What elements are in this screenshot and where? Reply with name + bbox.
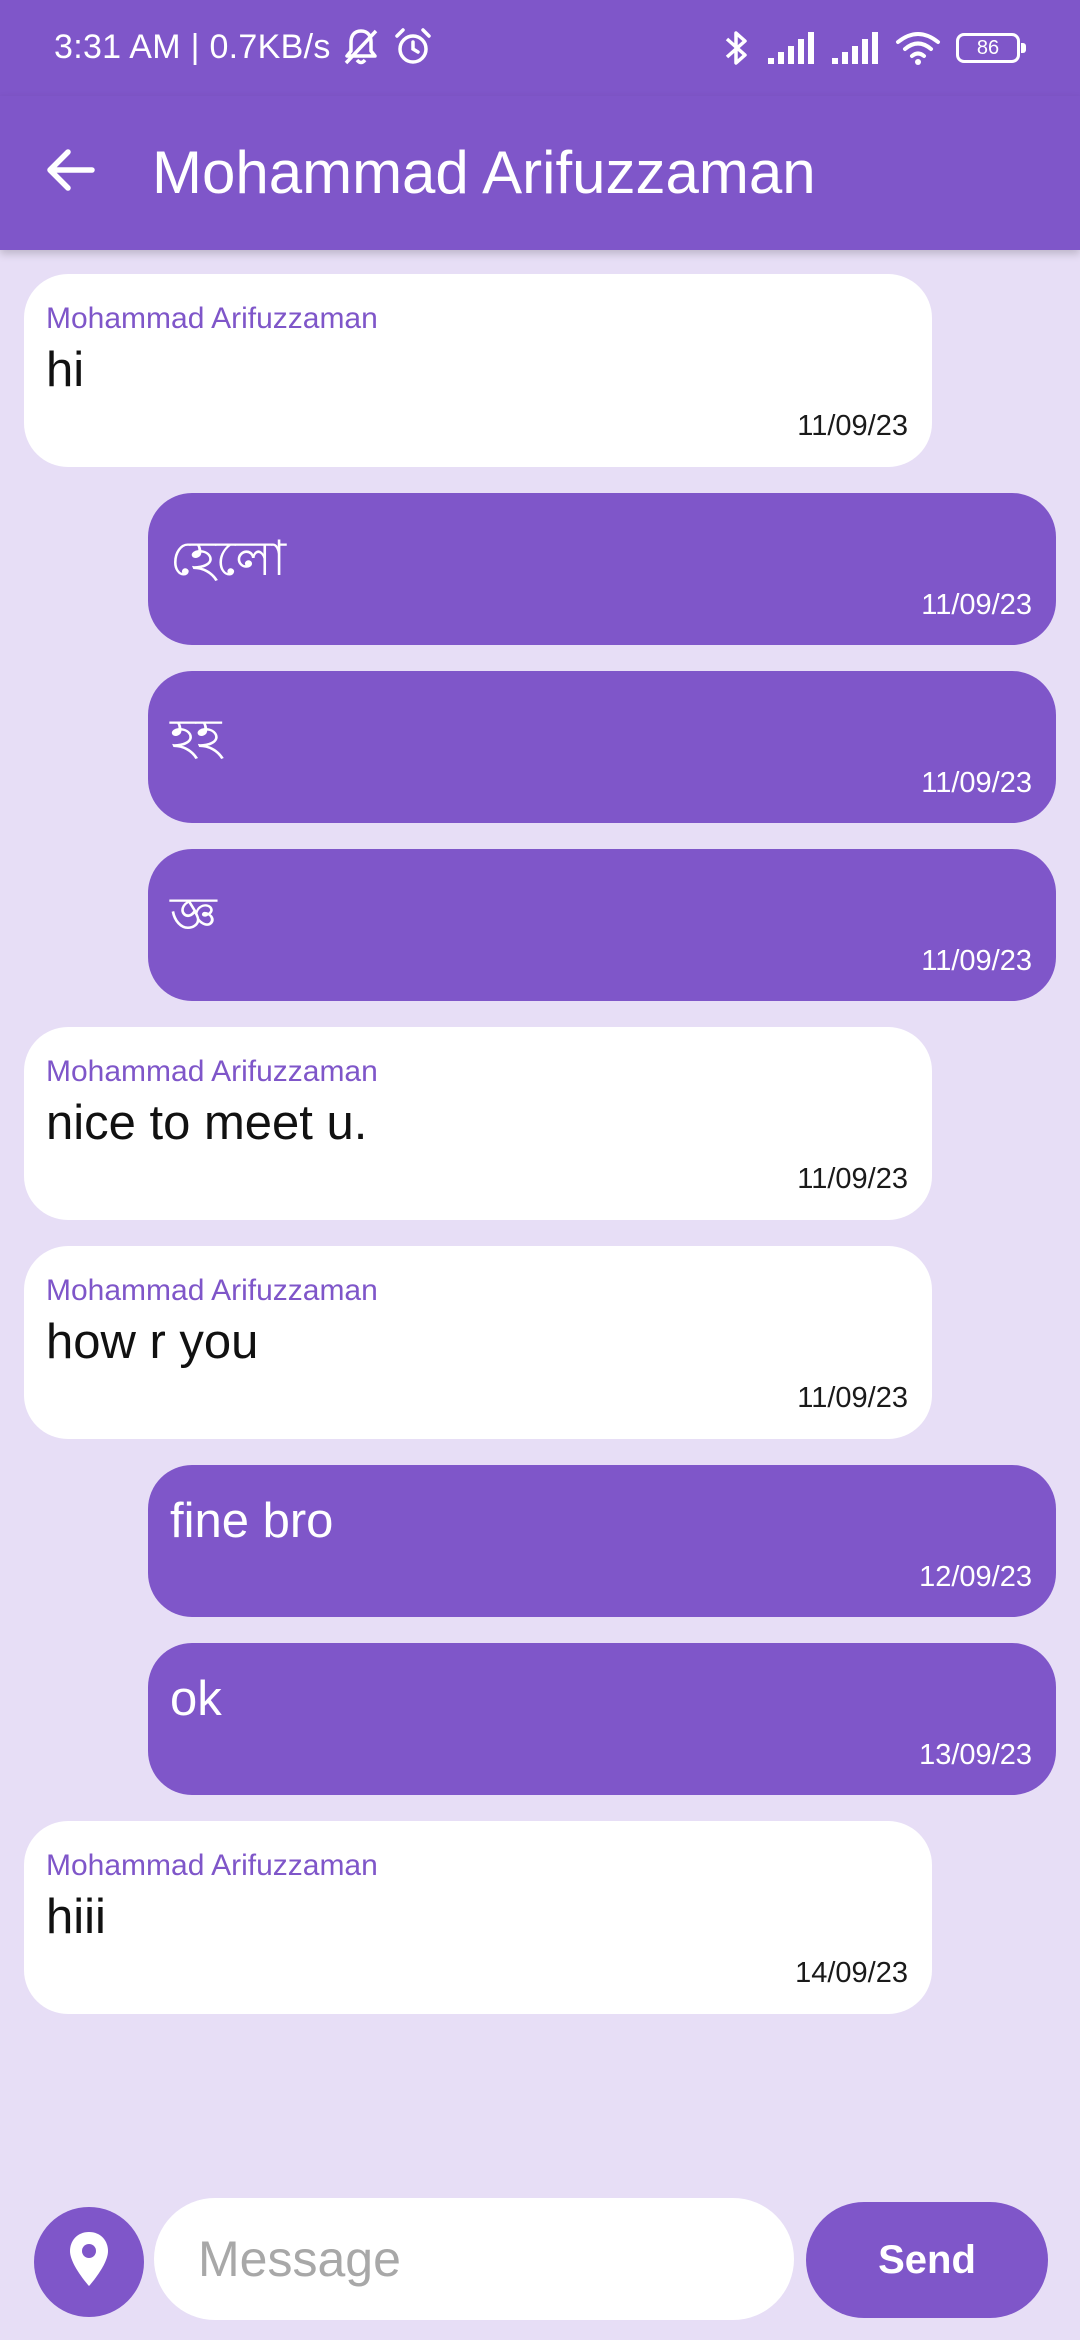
send-button[interactable]: Send <box>806 2202 1048 2318</box>
incoming-message[interactable]: Mohammad Arifuzzaman nice to meet u. 11/… <box>24 1027 932 1220</box>
message-text: hiii <box>46 1890 106 1944</box>
app-bar: Mohammad Arifuzzaman <box>0 96 1080 250</box>
sender-name: Mohammad Arifuzzaman <box>46 302 378 335</box>
wifi-icon <box>894 30 942 66</box>
message-text: hi <box>46 343 85 397</box>
outgoing-message[interactable]: fine bro 12/09/23 <box>148 1465 1056 1617</box>
message-text: how r you <box>46 1315 259 1369</box>
incoming-message[interactable]: Mohammad Arifuzzaman hiii 14/09/23 <box>24 1821 932 2014</box>
message-date: 11/09/23 <box>921 589 1032 621</box>
message-date: 11/09/23 <box>921 767 1032 799</box>
message-date: 11/09/23 <box>797 410 908 442</box>
message-date: 12/09/23 <box>919 1561 1032 1593</box>
message-text: ok <box>170 1672 222 1726</box>
status-bar: 3:31 AM | 0.7KB/s 86 <box>0 0 1080 96</box>
location-pin-icon <box>67 2230 111 2295</box>
message-input[interactable] <box>154 2198 794 2320</box>
location-button[interactable] <box>34 2207 144 2317</box>
message-date: 13/09/23 <box>919 1739 1032 1771</box>
message-text: জ্ঞ <box>170 888 217 942</box>
incoming-message[interactable]: Mohammad Arifuzzaman how r you 11/09/23 <box>24 1246 932 1439</box>
message-date: 11/09/23 <box>797 1163 908 1195</box>
outgoing-message[interactable]: ok 13/09/23 <box>148 1643 1056 1795</box>
battery-icon: 86 <box>956 33 1026 63</box>
alarm-icon <box>391 25 435 69</box>
status-left: 3:31 AM | 0.7KB/s <box>54 22 435 72</box>
notifications-off-icon <box>339 25 383 69</box>
message-text: fine bro <box>170 1494 334 1548</box>
back-button[interactable] <box>30 132 110 212</box>
status-time-speed: 3:31 AM | 0.7KB/s <box>54 27 331 66</box>
outgoing-message[interactable]: হেলো 11/09/23 <box>148 493 1056 645</box>
message-text: nice to meet u. <box>46 1096 368 1150</box>
outgoing-message[interactable]: জ্ঞ 11/09/23 <box>148 849 1056 1001</box>
message-list[interactable]: Mohammad Arifuzzaman hi 11/09/23 হেলো 11… <box>0 250 1080 2180</box>
chat-title: Mohammad Arifuzzaman <box>152 139 816 206</box>
bluetooth-icon <box>722 27 752 69</box>
sender-name: Mohammad Arifuzzaman <box>46 1274 378 1307</box>
message-text: হহ <box>170 710 222 764</box>
sender-name: Mohammad Arifuzzaman <box>46 1055 378 1088</box>
status-right: 86 <box>722 24 1026 72</box>
message-date: 11/09/23 <box>921 945 1032 977</box>
battery-level: 86 <box>976 36 1000 59</box>
signal-icon <box>830 30 880 66</box>
sender-name: Mohammad Arifuzzaman <box>46 1849 378 1882</box>
arrow-back-icon <box>42 142 98 203</box>
incoming-message[interactable]: Mohammad Arifuzzaman hi 11/09/23 <box>24 274 932 467</box>
message-text: হেলো <box>170 532 287 586</box>
signal-icon <box>766 30 816 66</box>
outgoing-message[interactable]: হহ 11/09/23 <box>148 671 1056 823</box>
message-date: 14/09/23 <box>795 1957 908 1989</box>
message-date: 11/09/23 <box>797 1382 908 1414</box>
